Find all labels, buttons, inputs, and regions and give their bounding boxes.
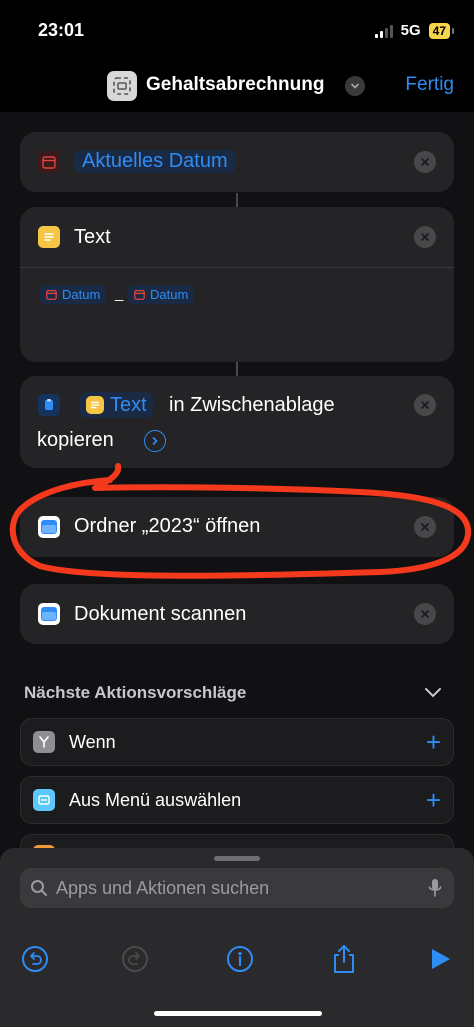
remove-action-button[interactable] <box>414 394 436 416</box>
status-time: 23:01 <box>38 20 85 40</box>
calendar-icon <box>38 151 60 173</box>
share-button[interactable] <box>329 944 359 974</box>
action-copy-clipboard[interactable]: Text in Zwischenablage kopieren <box>20 376 454 468</box>
add-icon[interactable]: + <box>426 729 441 755</box>
date-variable-token[interactable]: Datum <box>128 285 195 304</box>
home-indicator <box>154 1011 322 1016</box>
undo-button[interactable] <box>20 944 50 974</box>
calendar-icon <box>46 289 57 300</box>
expand-chevron-icon[interactable] <box>144 430 166 452</box>
close-icon <box>421 158 429 166</box>
remove-action-button[interactable] <box>414 151 436 173</box>
suggestion-item[interactable]: Aus Menü auswählen + <box>20 776 454 824</box>
files-icon <box>38 516 60 538</box>
redo-icon <box>122 946 148 972</box>
token-label: Text <box>110 393 147 416</box>
action-label: Aktuelles Datum <box>74 150 236 173</box>
close-icon <box>421 610 429 618</box>
action-name: Ordner „2023“ öffnen <box>74 515 261 537</box>
info-button[interactable] <box>225 944 255 974</box>
calendar-icon <box>134 289 145 300</box>
network-label: 5G <box>400 22 421 39</box>
date-variable-token[interactable]: Datum <box>40 285 107 304</box>
action-name: Aktuelles Datum <box>74 150 236 173</box>
suggestion-item[interactable]: Wenn + <box>20 718 454 766</box>
connector-line <box>236 362 238 376</box>
text-variable-token[interactable]: Text <box>80 392 153 418</box>
action-name: Text <box>74 226 111 248</box>
action-name: Dokument scannen <box>74 603 247 625</box>
remove-action-button[interactable] <box>414 603 436 625</box>
divider <box>20 267 454 268</box>
action-open-folder[interactable]: Ordner „2023“ öffnen <box>20 497 454 557</box>
done-button[interactable]: Fertig <box>405 74 454 96</box>
status-indicators: 5G 47 <box>374 22 455 39</box>
redo-button[interactable] <box>120 944 150 974</box>
microphone-icon[interactable] <box>428 878 442 898</box>
action-scan-document[interactable]: Dokument scannen <box>20 584 454 644</box>
suggestions-title: Nächste Aktionsvorschläge <box>24 683 247 702</box>
search-icon <box>31 880 47 896</box>
menu-icon <box>33 789 55 811</box>
shortcut-icon[interactable] <box>107 71 137 101</box>
share-icon <box>334 944 354 973</box>
action-text-line2: kopieren <box>37 429 114 451</box>
add-icon[interactable]: + <box>426 787 441 813</box>
suggestion-label: Aus Menü auswählen <box>69 790 242 810</box>
text-icon <box>86 396 104 414</box>
search-placeholder: Apps und Aktionen suchen <box>56 878 270 898</box>
suggestion-label: Wenn <box>69 732 116 752</box>
close-icon <box>421 401 429 409</box>
separator-text[interactable]: _ <box>115 285 123 302</box>
clipboard-icon <box>38 394 60 416</box>
action-text[interactable]: Text Datum _ Datum <box>20 207 454 362</box>
play-icon <box>432 949 450 969</box>
battery-icon: 47 <box>428 22 455 39</box>
shortcut-title[interactable]: Gehaltsabrechnung <box>146 74 324 96</box>
chevron-down-icon[interactable] <box>345 76 365 96</box>
token-label: Datum <box>62 287 101 302</box>
collapse-chevron-icon[interactable] <box>424 686 442 705</box>
run-button[interactable] <box>425 944 455 974</box>
info-icon <box>227 946 253 972</box>
token-label: Datum <box>150 287 189 302</box>
branch-icon <box>33 731 55 753</box>
undo-icon <box>22 946 48 972</box>
action-current-date[interactable]: Aktuelles Datum <box>20 132 454 192</box>
text-icon <box>38 226 60 248</box>
close-icon <box>421 523 429 531</box>
remove-action-button[interactable] <box>414 516 436 538</box>
remove-action-button[interactable] <box>414 226 436 248</box>
action-text-after: in Zwischenablage <box>169 394 335 416</box>
search-field[interactable]: Apps und Aktionen suchen <box>20 868 454 908</box>
files-icon <box>38 603 60 625</box>
connector-line <box>236 193 238 207</box>
sheet-grabber[interactable] <box>214 856 260 861</box>
signal-icon <box>374 24 393 38</box>
close-icon <box>421 233 429 241</box>
